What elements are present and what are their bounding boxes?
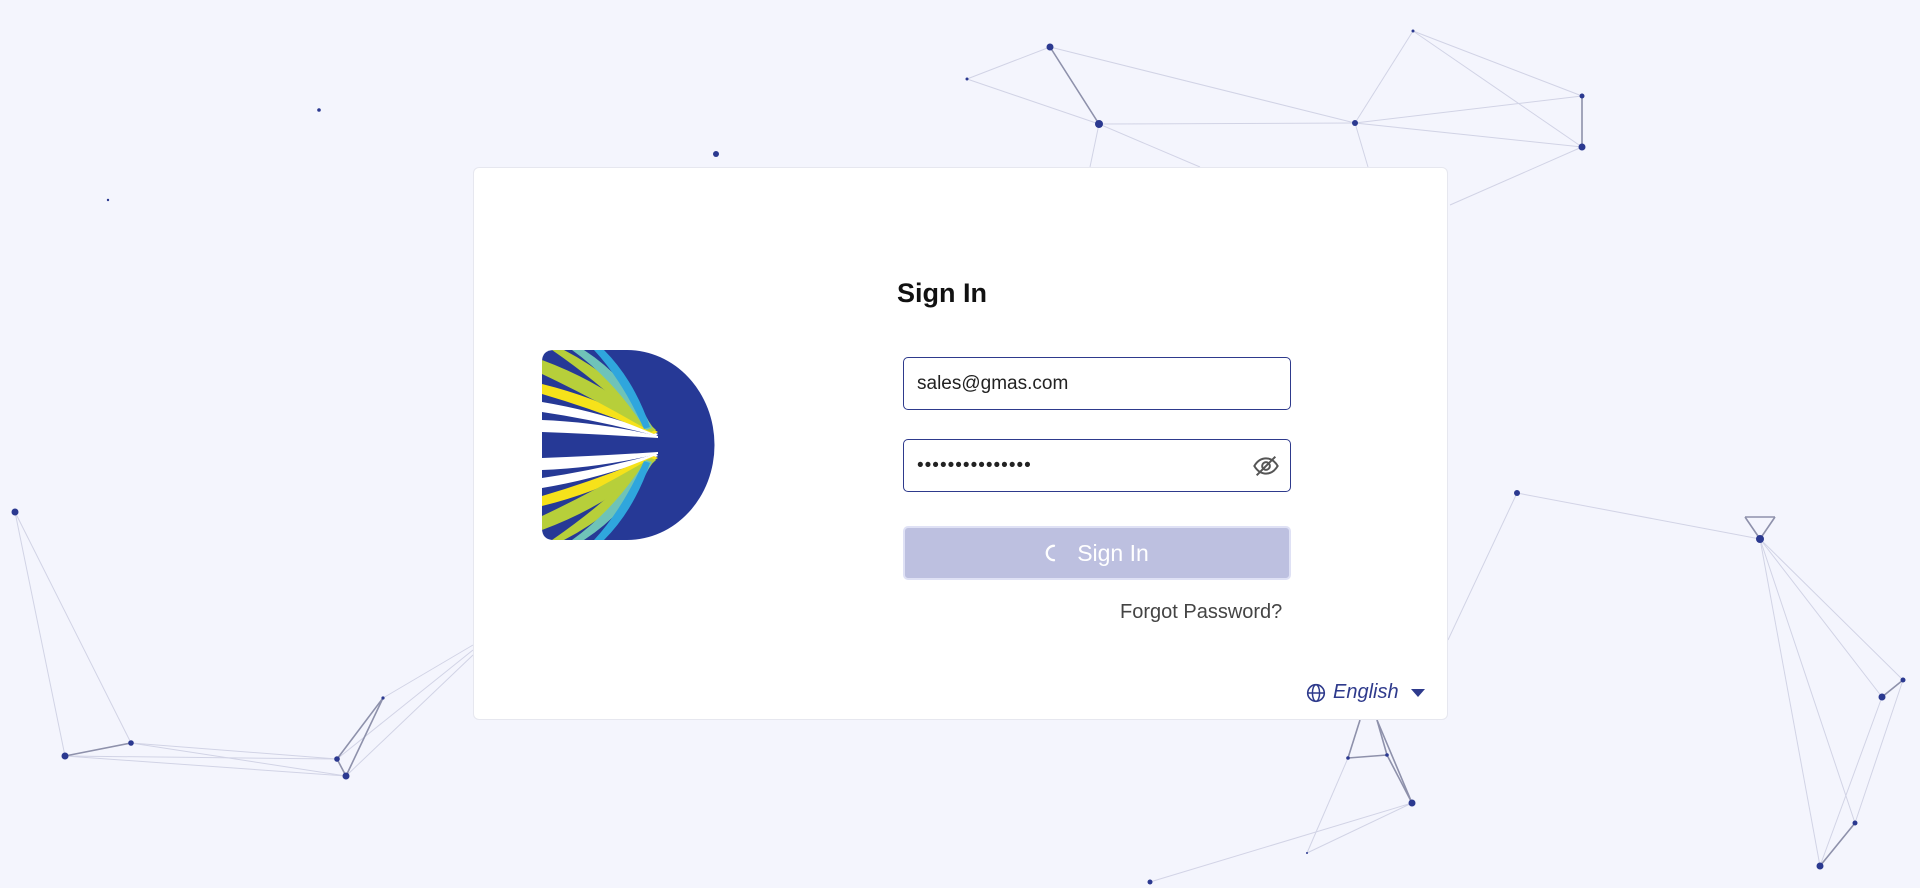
brand-logo bbox=[542, 350, 715, 540]
eye-off-icon[interactable] bbox=[1252, 452, 1280, 480]
language-selector[interactable]: English bbox=[1306, 681, 1426, 704]
language-label: English bbox=[1333, 681, 1399, 703]
sign-in-button-label: Sign In bbox=[1077, 539, 1149, 566]
login-card: Sign In Sign In Forgot Password? English bbox=[473, 167, 1448, 720]
page-title: Sign In bbox=[897, 278, 987, 308]
password-field[interactable] bbox=[903, 439, 1291, 492]
email-input[interactable] bbox=[904, 358, 1290, 409]
password-input[interactable] bbox=[904, 440, 1290, 491]
globe-icon bbox=[1306, 683, 1326, 702]
loading-spinner-icon bbox=[1045, 544, 1056, 562]
sign-in-button[interactable]: Sign In bbox=[903, 526, 1291, 580]
caret-down-icon bbox=[1410, 688, 1425, 697]
forgot-password-link[interactable]: Forgot Password? bbox=[1120, 601, 1282, 624]
email-field[interactable] bbox=[903, 357, 1291, 410]
